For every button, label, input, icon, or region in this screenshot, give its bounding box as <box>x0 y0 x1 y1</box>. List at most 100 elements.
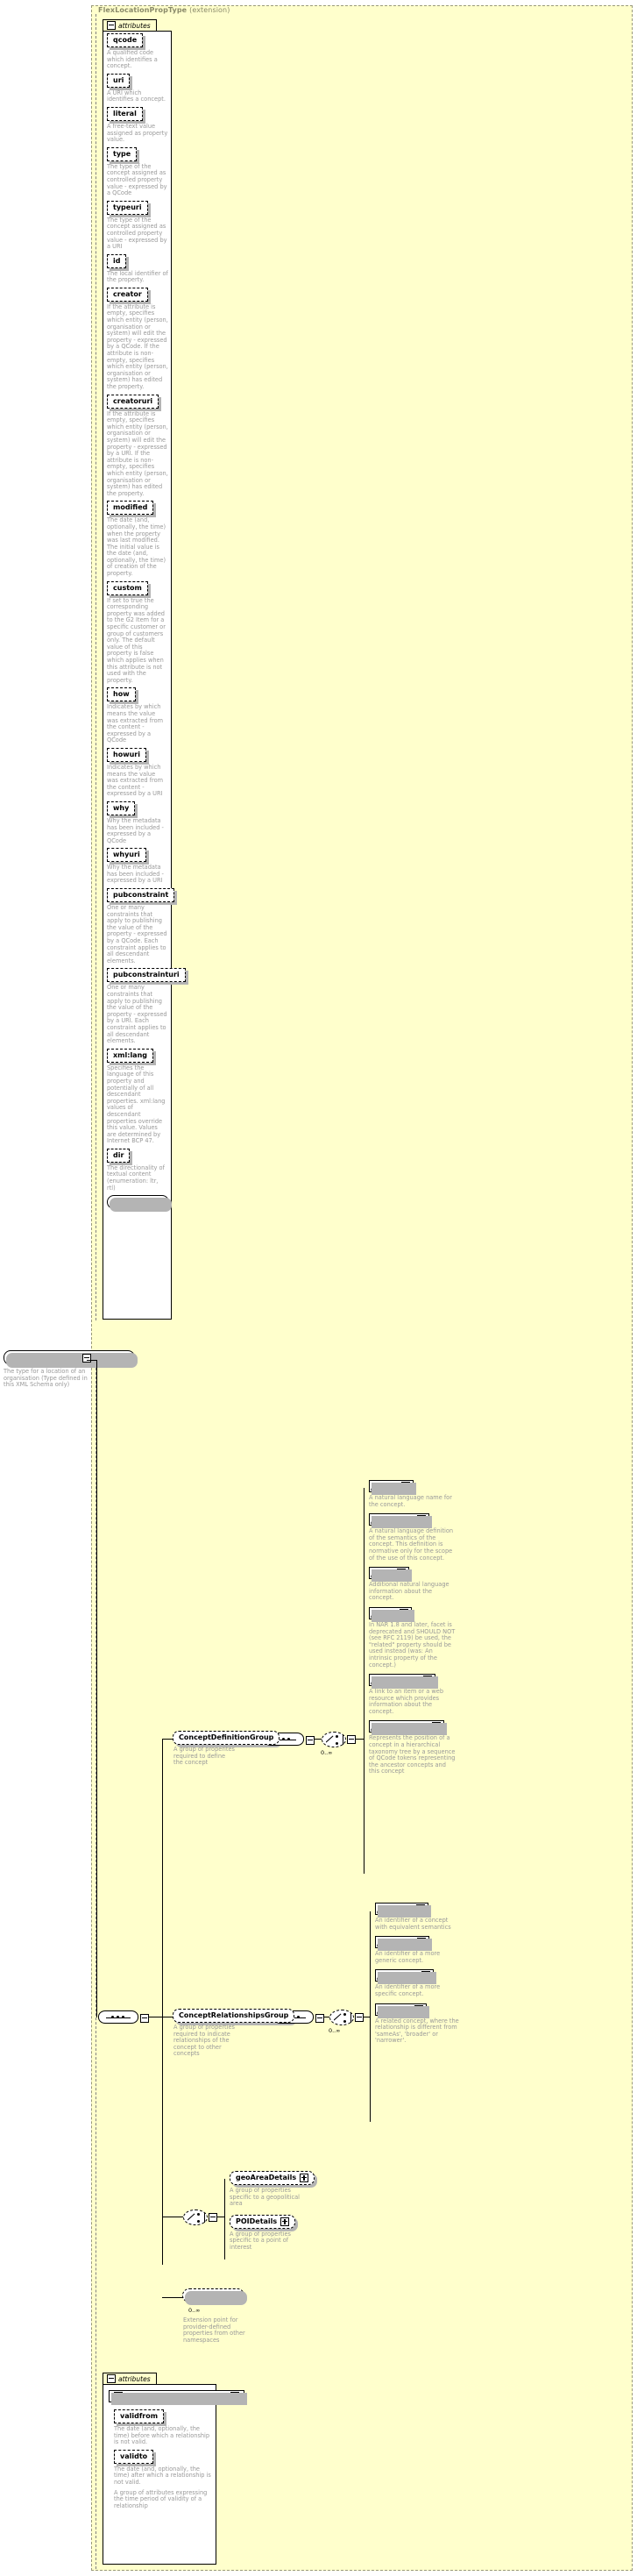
attribute-item: xml:lang Specifies the language of this p… <box>107 1048 168 1145</box>
attribute-description: If the attribute is empty, specifies whi… <box>107 409 168 497</box>
detail-group-node[interactable]: geoAreaDetails <box>230 2171 318 2188</box>
element-node[interactable]: broader <box>375 1936 432 1952</box>
detail-group-item: geoAreaDetails A group of properties spec… <box>230 2171 361 2208</box>
attribute-node[interactable]: uri <box>107 73 133 90</box>
group-concept-definition[interactable]: ConceptDefinitionGroup <box>173 1731 283 1747</box>
content-sequence-toggle[interactable] <box>140 2014 149 2025</box>
attribute-item: why Why the metadata has been included - … <box>107 801 168 844</box>
attribute-node[interactable]: id <box>107 253 131 271</box>
element-expand-toggle[interactable] <box>416 1938 426 1947</box>
attribute-node[interactable]: why <box>107 801 138 818</box>
element-expand-toggle[interactable] <box>400 1482 410 1491</box>
group-icon <box>114 2392 123 2401</box>
detail-group-toggle[interactable] <box>280 2217 290 2226</box>
attribute-node[interactable]: custom <box>107 580 151 598</box>
root-element-block: OrganisationLocationType The type for a … <box>4 1350 138 1389</box>
element-expand-toggle[interactable] <box>415 1904 425 1913</box>
attribute-node[interactable]: howuri <box>107 747 149 765</box>
time-validity-group-toggle[interactable] <box>230 2392 239 2401</box>
element-ref-arrow-icon <box>377 2010 381 2015</box>
concept-relationships-choice-toggle[interactable] <box>355 2013 364 2024</box>
attribute-item: typeuri The type of the concept assigned … <box>107 200 168 251</box>
element-expand-toggle[interactable] <box>397 1569 407 1578</box>
attribute-description: The local identifier of the property. <box>107 269 168 284</box>
element-name: broader <box>382 1938 414 1946</box>
element-node[interactable]: note <box>369 1567 413 1583</box>
attributes-tab-label: attributes <box>118 21 151 30</box>
element-node[interactable]: name <box>369 1480 416 1495</box>
element-expand-toggle[interactable] <box>399 1608 408 1618</box>
element-node[interactable]: hierarchyInfo <box>369 1720 448 1736</box>
detail-group-node[interactable]: POIDetails <box>230 2214 299 2231</box>
element-name: remoteInfo <box>376 1676 421 1684</box>
detail-children-bus <box>224 2179 225 2259</box>
element-node[interactable]: definition <box>369 1513 433 1529</box>
any-other-cardinality: 0..∞ <box>188 2307 201 2314</box>
element-description: A related concept, where the relationshi… <box>375 2017 459 2045</box>
crg-children-bus <box>370 1911 371 2122</box>
element-description: In NAR 1.8 and later, facet is deprecate… <box>369 1620 456 1669</box>
attribute-node[interactable]: creatoruri <box>107 394 162 411</box>
attribute-node[interactable]: creator <box>107 287 151 304</box>
attributes-collapse-icon[interactable] <box>107 21 116 30</box>
detail-group-toggle[interactable] <box>300 2174 309 2182</box>
attribute-node[interactable]: type <box>107 146 140 164</box>
element-expand-toggle[interactable] <box>421 1971 431 1981</box>
time-validity-group-header[interactable]: grp timeValidityAttributes <box>109 2390 247 2405</box>
attribute-name: qcode <box>107 33 144 47</box>
element-item: narrower An identifier of a more specific… <box>375 1969 506 1997</box>
attribute-name: id <box>107 253 127 268</box>
any-other-node[interactable]: any ##other <box>182 2288 248 2305</box>
attribute-description: The date (and, optionally, the time) bef… <box>114 2425 210 2446</box>
attribute-item: qcode A qualified code which identifies a… <box>107 33 168 70</box>
attribute-item: uri A URI which identifies a concept. <box>107 73 168 103</box>
element-node[interactable]: related <box>375 2003 428 2018</box>
attribute-name: typeuri <box>107 200 148 215</box>
element-expand-toggle[interactable] <box>414 2004 423 2014</box>
detail-choice-symbol[interactable] <box>183 2210 208 2225</box>
attribute-node[interactable]: validfrom <box>114 2409 167 2426</box>
group-concept-relationships[interactable]: ConceptRelationshipsGroup <box>173 2009 298 2025</box>
attribute-item: howuri Indicates by which means the value… <box>107 747 168 798</box>
attribute-name: creator <box>107 287 148 302</box>
attribute-node[interactable]: whyuri <box>107 848 149 865</box>
element-ref-arrow-icon <box>371 1520 375 1525</box>
element-node[interactable]: sameAs <box>375 1903 431 1918</box>
element-node[interactable]: remoteInfo <box>369 1674 439 1690</box>
attributes-tab[interactable]: attributes <box>103 19 157 31</box>
concept-relationships-choice[interactable] <box>329 2010 354 2025</box>
element-expand-toggle[interactable] <box>432 1722 442 1732</box>
concept-definition-sequence-toggle[interactable] <box>306 1736 315 1747</box>
concept-definition-choice[interactable] <box>322 1732 346 1747</box>
attributes-any-prefix: any <box>114 1198 127 1206</box>
attribute-node[interactable]: validto <box>114 2449 157 2466</box>
attribute-item: validfrom The date (and, optionally, the … <box>114 2409 212 2446</box>
attribute-node[interactable]: pubconstraint <box>107 888 178 906</box>
detail-choice-toggle[interactable] <box>209 2213 217 2224</box>
time-validity-tab[interactable]: attributes <box>103 2373 157 2384</box>
attribute-node[interactable]: modified <box>107 501 157 518</box>
attribute-name: literal <box>107 106 143 121</box>
element-node[interactable]: narrower <box>375 1969 437 1985</box>
attribute-item: creator If the attribute is empty, specif… <box>107 287 168 391</box>
time-validity-collapse-icon[interactable] <box>107 2374 116 2383</box>
element-expand-toggle[interactable] <box>417 1515 427 1525</box>
element-node[interactable]: facet <box>369 1606 414 1622</box>
element-expand-toggle[interactable] <box>423 1676 433 1685</box>
attribute-node[interactable]: pubconstrainturi <box>107 968 188 986</box>
attributes-any-node[interactable]: any ##other <box>107 1195 173 1213</box>
attribute-node[interactable]: dir <box>107 1148 133 1165</box>
attribute-node[interactable]: how <box>107 687 138 705</box>
attribute-node[interactable]: typeuri <box>107 200 151 217</box>
root-element-node[interactable]: OrganisationLocationType <box>4 1350 138 1368</box>
attribute-node[interactable]: literal <box>107 106 145 124</box>
attribute-name: validfrom <box>114 2409 165 2423</box>
attribute-node[interactable]: qcode <box>107 33 146 50</box>
content-sequence-symbol[interactable] <box>98 2010 138 2025</box>
root-element-toggle[interactable] <box>82 1354 91 1364</box>
element-description: An identifier of a concept with equivale… <box>375 1917 451 1931</box>
concept-relationships-sequence-toggle[interactable] <box>315 2014 324 2025</box>
attribute-node[interactable]: xml:lang <box>107 1048 156 1065</box>
root-element-description: The type for a location of an organisati… <box>4 1368 88 1389</box>
concept-definition-choice-toggle[interactable] <box>347 1735 356 1746</box>
